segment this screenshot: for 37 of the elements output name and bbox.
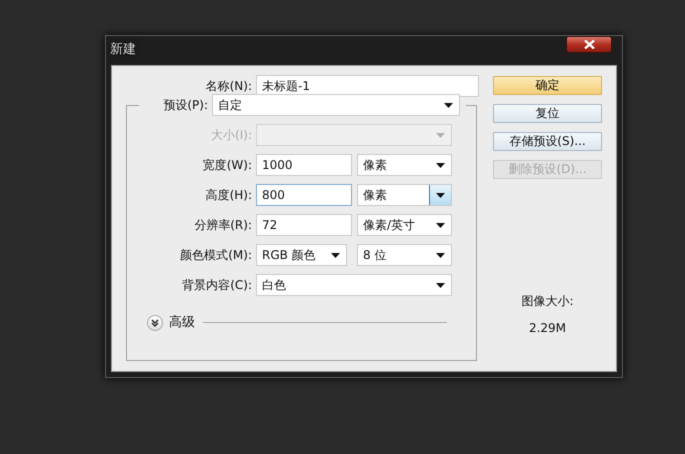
field-label: 背景内容(C): — [181, 277, 253, 294]
close-button[interactable] — [566, 36, 612, 53]
section-label: 高级 — [169, 314, 195, 332]
input-field[interactable]: 1000 — [256, 154, 352, 176]
close-icon — [584, 40, 594, 49]
dropdown[interactable]: 像素/英寸 — [357, 214, 452, 236]
caret-icon — [436, 162, 444, 168]
caret-icon — [436, 192, 445, 198]
dropdown[interactable]: 像素 — [357, 184, 452, 206]
dropdown[interactable]: RGB 颜色 — [256, 244, 347, 266]
image-size-value: 2.29M — [528, 320, 568, 337]
caret-icon — [436, 252, 444, 258]
dropdown[interactable]: 像素 — [357, 154, 452, 176]
window-title: 新建 — [110, 40, 136, 59]
caret-icon — [436, 282, 444, 288]
caret-icon — [436, 132, 444, 138]
dialog-button[interactable]: 存储预设(S)... — [493, 132, 602, 151]
caret-icon — [330, 252, 340, 258]
field-label: 名称(N): — [204, 78, 253, 95]
field-label: 分辨率(R): — [193, 217, 253, 234]
field-label: 颜色模式(M): — [179, 247, 253, 264]
chevron-down-icon — [151, 318, 159, 327]
caret-icon — [436, 222, 444, 228]
dropdown[interactable]: 自定 — [212, 94, 460, 116]
caret-icon — [444, 102, 452, 108]
field-label: 预设(P): — [162, 97, 209, 114]
input-field[interactable]: 800 — [256, 184, 352, 206]
field-label: 高度(H): — [204, 187, 253, 204]
dialog-button[interactable]: 确定 — [493, 76, 602, 95]
input-field[interactable]: 72 — [256, 214, 352, 236]
dropdown[interactable]: 8 位 — [357, 244, 452, 266]
dialog-button[interactable]: 复位 — [493, 104, 602, 123]
field-label: 大小(I): — [210, 127, 253, 144]
field-label: 宽度(W): — [202, 157, 253, 174]
image-size-label: 图像大小: — [521, 293, 574, 310]
expand-button[interactable] — [147, 314, 163, 331]
dropdown[interactable]: 白色 — [256, 274, 452, 296]
